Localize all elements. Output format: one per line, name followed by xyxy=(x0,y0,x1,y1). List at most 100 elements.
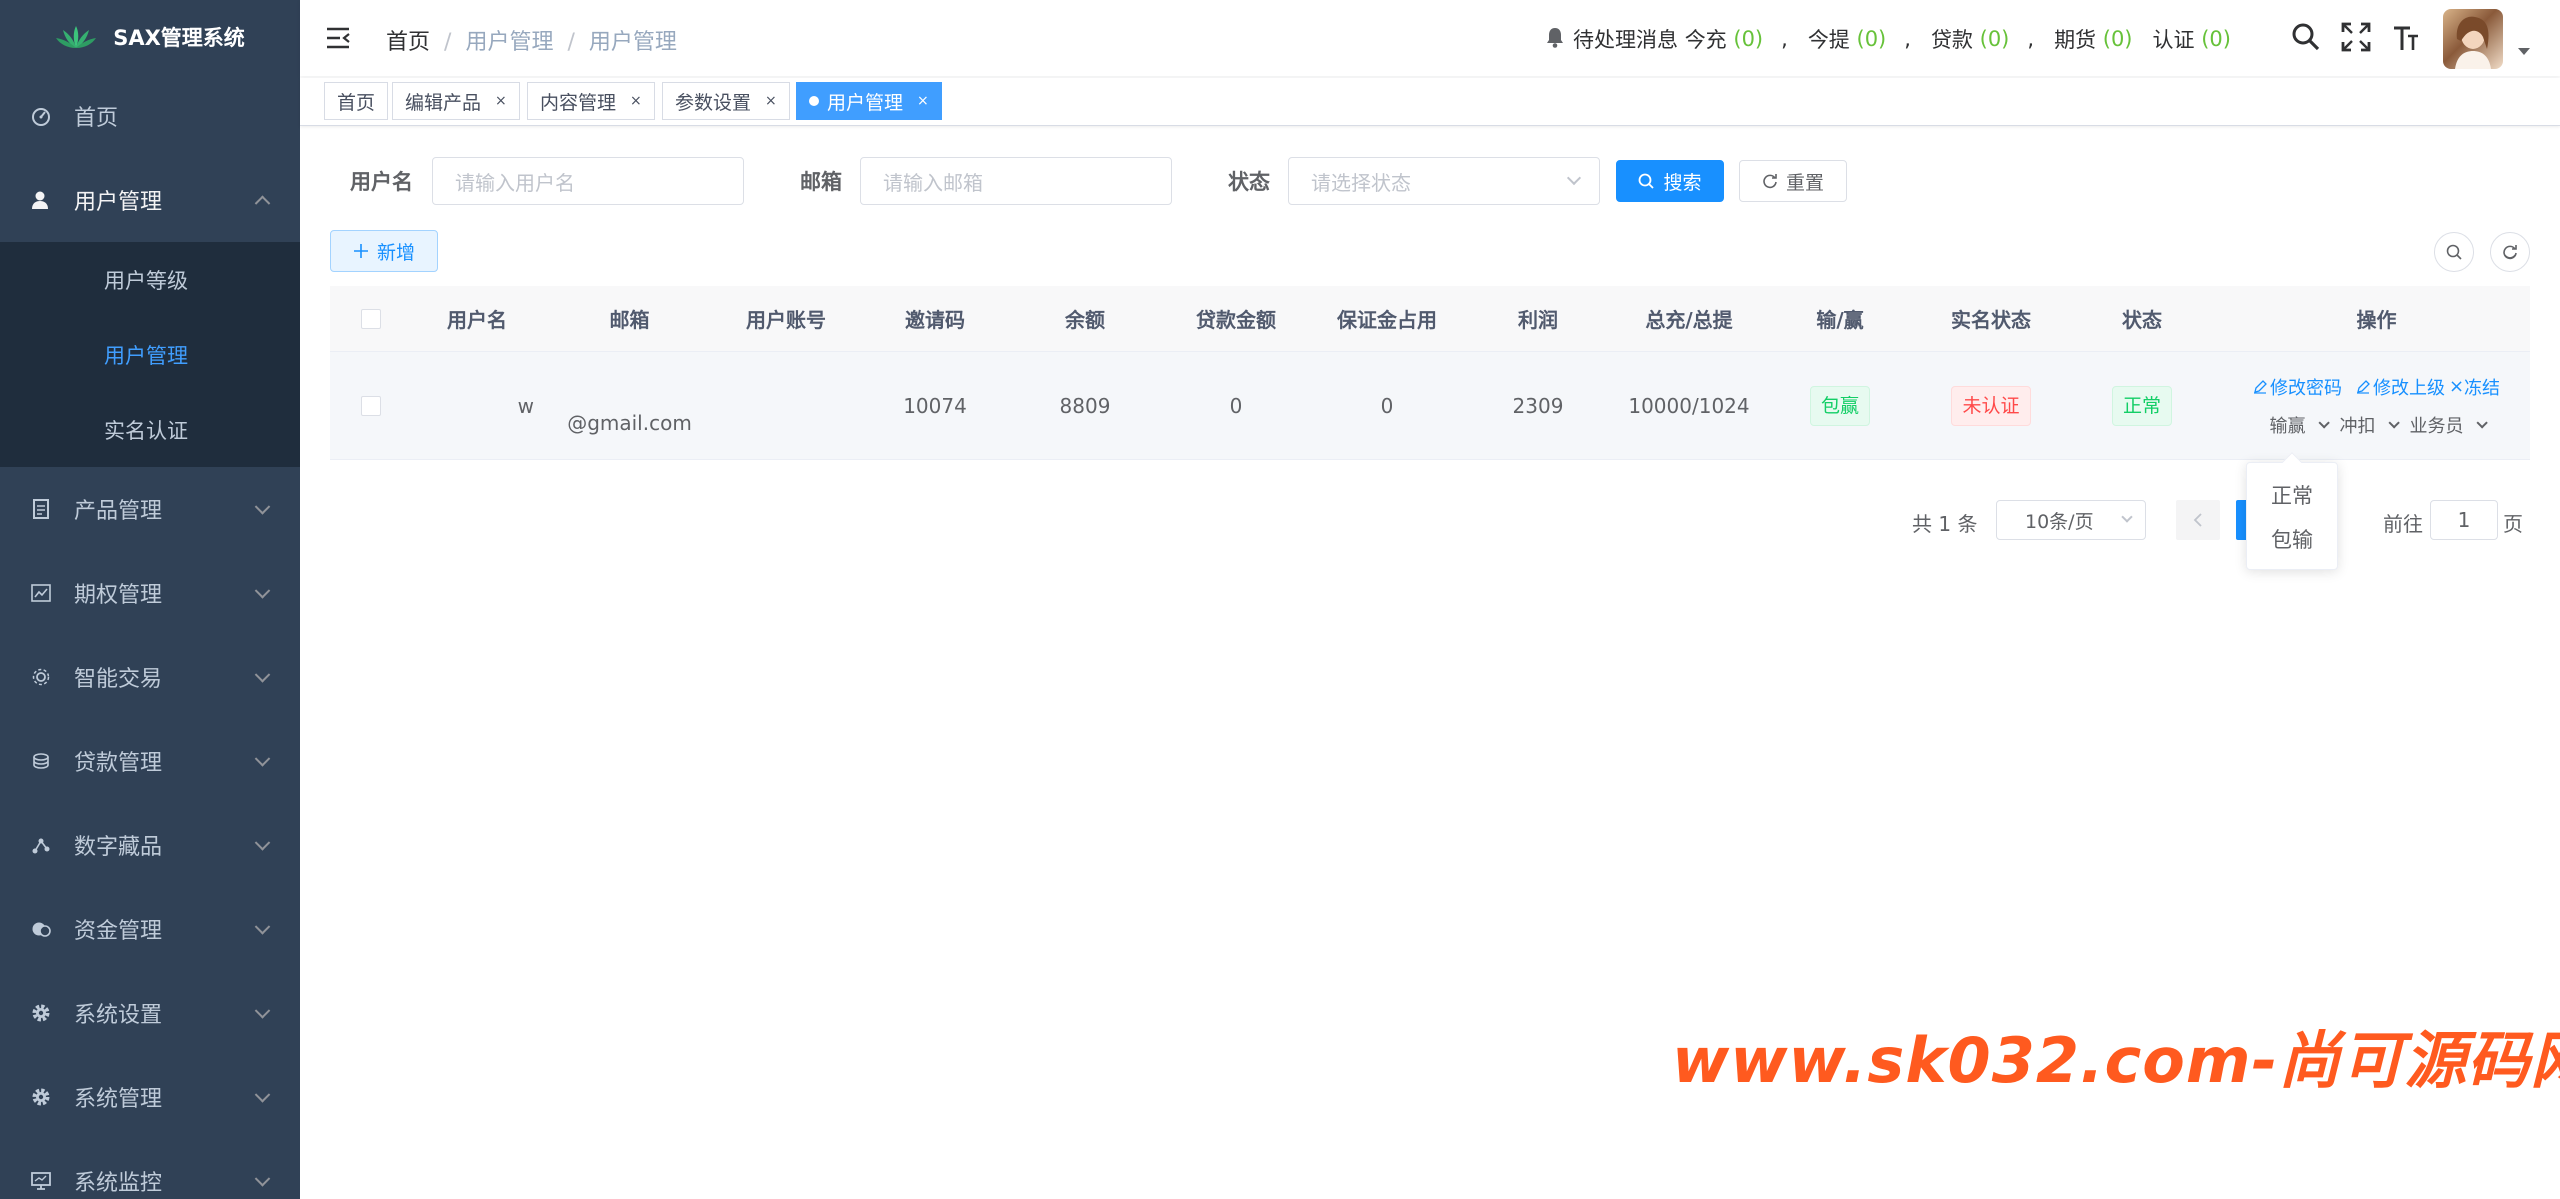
add-button[interactable]: 新增 xyxy=(330,230,438,272)
logo[interactable]: SAX管理系统 xyxy=(0,0,300,74)
app-title: SAX管理系统 xyxy=(113,26,245,50)
col-email: 邮箱 xyxy=(609,308,650,332)
close-icon[interactable]: × xyxy=(630,93,642,109)
sidebar-item-label: 系统管理 xyxy=(74,1087,163,1112)
salesman-dropdown[interactable]: 业务员 xyxy=(2409,412,2488,438)
change-parent-link[interactable]: 修改上级 × 冻结 xyxy=(2356,374,2500,400)
sidebar-item-products[interactable]: 产品管理 xyxy=(0,467,300,551)
chevron-left-icon xyxy=(2193,513,2202,527)
close-icon[interactable]: × xyxy=(495,93,507,109)
navbar: 首页 / 用户管理 / 用户管理 待处理消息 今充 (0), 今提 (0), 贷款 (0… xyxy=(300,0,2560,76)
sidebar-item-label: 贷款管理 xyxy=(74,751,163,776)
dropdown-option-always-lose[interactable]: 包输 xyxy=(2247,517,2337,561)
tag-home[interactable]: 首页 xyxy=(324,82,389,120)
notice-count-recharge[interactable]: (0) xyxy=(1733,27,1763,51)
dropdown-label: 输赢 xyxy=(2269,415,2306,437)
document-icon xyxy=(30,498,52,520)
sidebar-item-label: 系统设置 xyxy=(74,1003,163,1028)
sidebar-item-funds[interactable]: 资金管理 xyxy=(0,887,300,971)
cell-balance: 8809 xyxy=(1059,393,1111,418)
notice-count-futures[interactable]: (0) xyxy=(2103,27,2133,51)
tag-user-management[interactable]: 用户管理 × xyxy=(796,82,942,120)
avatar[interactable] xyxy=(2443,9,2503,69)
notice-label: 认证 xyxy=(2152,28,2195,52)
tag-edit-product[interactable]: 编辑产品 × xyxy=(392,82,520,120)
sidebar-item-home[interactable]: 首页 xyxy=(0,74,300,158)
row-operations: 修改密码 修改上级 × 冻结 输赢 冲扣 业务员 xyxy=(2223,374,2530,438)
page-jump-input[interactable]: 1 xyxy=(2430,500,2498,540)
col-account: 用户账号 xyxy=(746,308,826,332)
sidebar-item-digital-collectibles[interactable]: 数字藏品 xyxy=(0,803,300,887)
page-size-select[interactable]: 10条/页 xyxy=(1996,500,2146,540)
sidebar-item-label: 资金管理 xyxy=(74,919,163,944)
tag-label: 内容管理 xyxy=(540,91,617,114)
close-icon[interactable]: × xyxy=(917,93,929,109)
email-label: 邮箱 xyxy=(800,170,842,194)
col-realname-status: 实名状态 xyxy=(1951,308,2031,332)
freeze-label[interactable]: 冻结 xyxy=(2464,374,2500,400)
username-label: 用户名 xyxy=(350,170,413,194)
refresh-table-button[interactable] xyxy=(2490,232,2530,272)
sidebar-subitem-user-level[interactable]: 用户等级 xyxy=(0,242,300,317)
sidebar-item-loans[interactable]: 贷款管理 xyxy=(0,719,300,803)
change-password-label: 修改密码 xyxy=(2269,377,2342,399)
dropdown-option-normal[interactable]: 正常 xyxy=(2247,473,2337,517)
dropdown-label: 业务员 xyxy=(2409,415,2464,437)
notice-count-auth[interactable]: (0) xyxy=(2201,27,2231,51)
change-password-link[interactable]: 修改密码 xyxy=(2253,374,2342,400)
reset-button[interactable]: 重置 xyxy=(1739,160,1847,202)
notice-count-loan[interactable]: (0) xyxy=(1980,27,2010,51)
search-button[interactable]: 搜索 xyxy=(1616,160,1724,202)
notice-count-withdraw[interactable]: (0) xyxy=(1857,27,1887,51)
deduct-dropdown[interactable]: 冲扣 xyxy=(2340,412,2400,438)
font-size-icon[interactable] xyxy=(2391,22,2421,56)
row-checkbox[interactable] xyxy=(361,395,381,416)
win-lose-dropdown[interactable]: 输赢 xyxy=(2269,412,2330,438)
tag-content-management[interactable]: 内容管理 × xyxy=(527,82,655,120)
sidebar-subitem-realname-auth[interactable]: 实名认证 xyxy=(0,392,300,467)
tag-label: 参数设置 xyxy=(675,91,752,114)
status-select[interactable]: 请选择状态 xyxy=(1288,157,1600,205)
cell-invite-code: 10074 xyxy=(903,393,967,418)
hamburger-icon[interactable] xyxy=(326,27,350,53)
edit-icon xyxy=(2253,379,2267,394)
col-invite-code: 邀请码 xyxy=(905,308,965,332)
sidebar-item-smart-trading[interactable]: 智能交易 xyxy=(0,635,300,719)
email-input[interactable]: 请输入邮箱 xyxy=(860,157,1172,205)
watermark: www.sk032.com-尚可源码网 xyxy=(1672,1024,2560,1097)
win-lose-badge: 包赢 xyxy=(1809,385,1870,426)
toggle-search-button[interactable] xyxy=(2434,232,2474,272)
search-icon[interactable] xyxy=(2291,22,2321,56)
sidebar-item-user-management[interactable]: 用户管理 xyxy=(0,158,300,242)
col-charge-withdraw: 总充/总提 xyxy=(1645,308,1733,332)
sidebar-item-system-settings[interactable]: 系统设置 xyxy=(0,971,300,1055)
fullscreen-icon[interactable] xyxy=(2341,22,2371,56)
network-icon xyxy=(30,834,52,856)
sidebar-subitem-user-list[interactable]: 用户管理 xyxy=(0,317,300,392)
tags-view: 首页 编辑产品 × 内容管理 × 参数设置 × 用户管理 × xyxy=(300,78,2560,126)
sidebar: SAX管理系统 首页 用户管理 用户等级 用户管理 实名认证 产品管理 期权管理… xyxy=(0,0,300,1199)
breadcrumb-current: 用户管理 xyxy=(588,30,677,55)
col-operations: 操作 xyxy=(2356,308,2397,332)
tag-parameter-settings[interactable]: 参数设置 × xyxy=(662,82,790,120)
caret-down-icon[interactable] xyxy=(2518,48,2530,55)
sidebar-item-system-management[interactable]: 系统管理 xyxy=(0,1055,300,1139)
chevron-up-icon xyxy=(254,195,271,212)
close-icon[interactable]: × xyxy=(765,93,777,109)
username-input[interactable]: 请输入用户名 xyxy=(432,157,744,205)
breadcrumb-home[interactable]: 首页 xyxy=(386,30,430,55)
bell-icon[interactable] xyxy=(1545,26,1565,53)
sidebar-item-system-monitor[interactable]: 系统监控 xyxy=(0,1139,300,1199)
tag-label: 编辑产品 xyxy=(405,91,482,114)
reset-button-label: 重置 xyxy=(1785,171,1824,194)
select-all-checkbox[interactable] xyxy=(361,308,381,329)
dashboard-icon xyxy=(30,105,52,127)
coins-icon xyxy=(30,750,52,772)
line-chart-icon xyxy=(30,582,52,604)
cell-loan-amount: 0 xyxy=(1229,393,1243,418)
sidebar-item-options[interactable]: 期权管理 xyxy=(0,551,300,635)
notice-label: 贷款 xyxy=(1930,28,1973,52)
prev-page-button[interactable] xyxy=(2176,500,2220,540)
notice-label: 今充 xyxy=(1684,28,1727,52)
sidebar-item-label: 产品管理 xyxy=(74,499,163,524)
